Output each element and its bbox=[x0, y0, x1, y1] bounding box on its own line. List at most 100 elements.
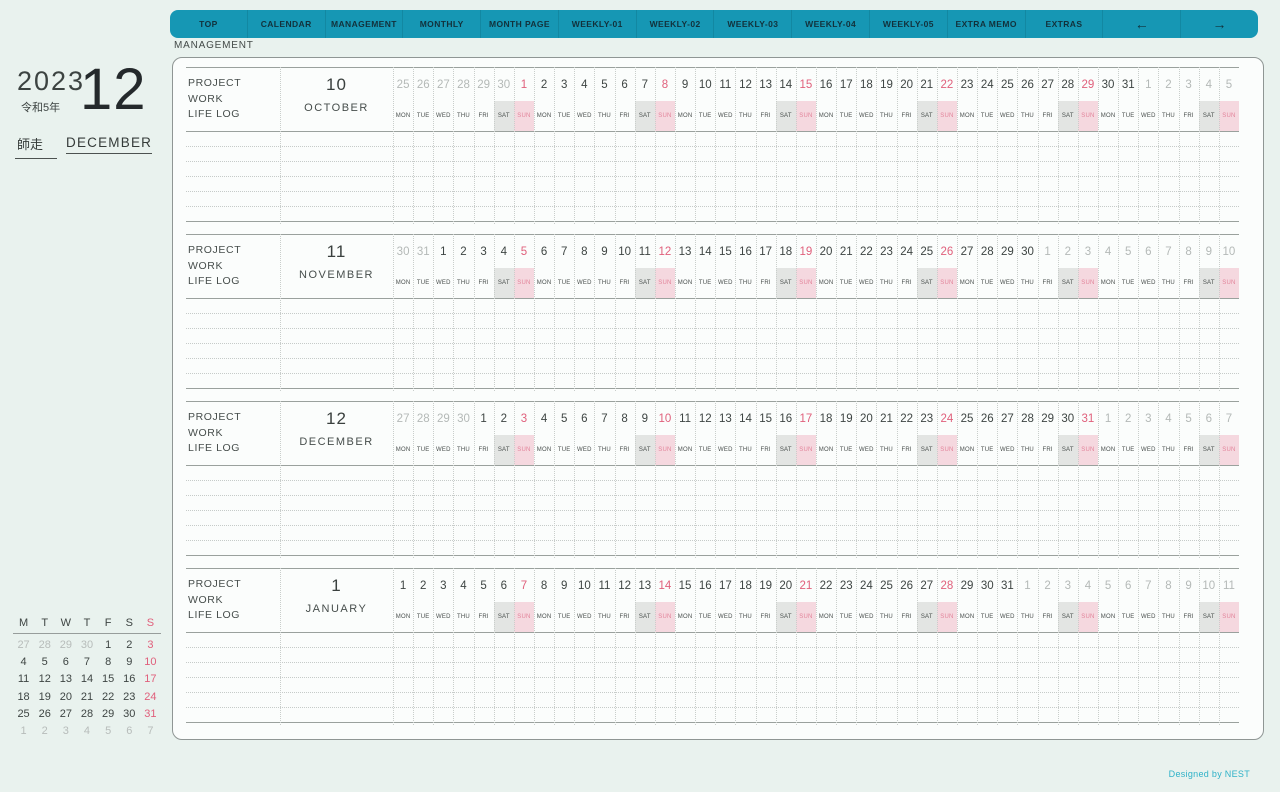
day-cell[interactable]: 2 FRI bbox=[1038, 569, 1058, 632]
mini-cal-day[interactable]: 3 bbox=[55, 722, 76, 739]
mini-cal-day[interactable]: 3 bbox=[140, 636, 161, 653]
section-month-label[interactable]: 10 OCTOBER bbox=[280, 68, 393, 131]
day-cell[interactable]: 19 THU bbox=[876, 68, 896, 131]
day-cell[interactable]: 8 FRI bbox=[615, 402, 635, 465]
day-cell[interactable]: 18 MON bbox=[816, 402, 836, 465]
day-cell[interactable]: 27 MON bbox=[957, 235, 977, 298]
day-cell[interactable]: 18 THU bbox=[735, 569, 755, 632]
day-cell[interactable]: 10 WED bbox=[574, 569, 594, 632]
day-cell[interactable]: 31 SUN bbox=[1077, 402, 1098, 465]
mini-cal-day[interactable]: 6 bbox=[119, 722, 140, 739]
mini-cal-day[interactable]: 28 bbox=[34, 636, 55, 653]
day-cell[interactable]: 6 WED bbox=[574, 402, 594, 465]
day-cell[interactable]: 26 FRI bbox=[897, 569, 917, 632]
day-cell[interactable]: 29 WED bbox=[433, 402, 453, 465]
day-cell[interactable]: 3 WED bbox=[1138, 402, 1158, 465]
mini-cal-day[interactable]: 7 bbox=[140, 722, 161, 739]
nav-arrow-right-icon[interactable]: → bbox=[1180, 10, 1258, 38]
day-cell[interactable]: 5 TUE bbox=[1118, 235, 1138, 298]
day-cell[interactable]: 20 FRI bbox=[897, 68, 917, 131]
mini-cal-day[interactable]: 9 bbox=[119, 653, 140, 670]
mini-cal-day[interactable]: 29 bbox=[98, 705, 119, 722]
day-cell[interactable]: 15 WED bbox=[715, 235, 735, 298]
day-cell[interactable]: 15 SUN bbox=[795, 68, 816, 131]
day-cell[interactable]: 21 SAT bbox=[916, 68, 937, 131]
day-cell[interactable]: 25 MON bbox=[393, 68, 413, 131]
day-cell[interactable]: 8 FRI bbox=[1179, 235, 1199, 298]
day-cell[interactable]: 7 TUE bbox=[554, 235, 574, 298]
nav-tab-management[interactable]: MANAGEMENT bbox=[324, 10, 403, 38]
day-cell[interactable]: 16 TUE bbox=[695, 569, 715, 632]
mini-cal-day[interactable]: 17 bbox=[140, 671, 161, 688]
day-cell[interactable]: 30 SAT bbox=[1057, 402, 1078, 465]
day-cell[interactable]: 28 TUE bbox=[413, 402, 433, 465]
day-cell[interactable]: 1 THU bbox=[1017, 569, 1037, 632]
day-cell[interactable]: 3 SUN bbox=[513, 402, 534, 465]
nav-tab-weekly-05[interactable]: WEEKLY-05 bbox=[869, 10, 947, 38]
day-cell[interactable]: 27 FRI bbox=[1038, 68, 1058, 131]
mini-cal-day[interactable]: 6 bbox=[55, 653, 76, 670]
day-cell[interactable]: 7 SUN bbox=[1218, 402, 1239, 465]
nav-tab-weekly-04[interactable]: WEEKLY-04 bbox=[791, 10, 869, 38]
day-cell[interactable]: 21 SUN bbox=[795, 569, 816, 632]
mini-cal-day[interactable]: 2 bbox=[119, 636, 140, 653]
day-cell[interactable]: 11 WED bbox=[715, 68, 735, 131]
mini-cal-day[interactable]: 7 bbox=[76, 653, 97, 670]
day-cell[interactable]: 17 TUE bbox=[836, 68, 856, 131]
mini-cal-day[interactable]: 14 bbox=[76, 671, 97, 688]
day-cell[interactable]: 13 MON bbox=[675, 235, 695, 298]
day-cell[interactable]: 9 TUE bbox=[554, 569, 574, 632]
day-cell[interactable]: 22 FRI bbox=[897, 402, 917, 465]
day-cell[interactable]: 3 FRI bbox=[474, 235, 494, 298]
day-cell[interactable]: 10 FRI bbox=[615, 235, 635, 298]
day-cell[interactable]: 3 SAT bbox=[1057, 569, 1078, 632]
mini-cal-day[interactable]: 12 bbox=[34, 671, 55, 688]
day-cell[interactable]: 5 FRI bbox=[1179, 402, 1199, 465]
day-cell[interactable]: 22 SUN bbox=[936, 68, 957, 131]
day-cell[interactable]: 30 TUE bbox=[977, 569, 997, 632]
day-cell[interactable]: 3 FRI bbox=[1179, 68, 1199, 131]
day-cell[interactable]: 9 THU bbox=[594, 235, 614, 298]
day-cell[interactable]: 15 FRI bbox=[756, 402, 776, 465]
day-cell[interactable]: 24 WED bbox=[856, 569, 876, 632]
day-cell[interactable]: 16 THU bbox=[735, 235, 755, 298]
day-cell[interactable]: 22 WED bbox=[856, 235, 876, 298]
day-cell[interactable]: 24 TUE bbox=[977, 68, 997, 131]
mini-cal-day[interactable]: 24 bbox=[140, 688, 161, 705]
mini-cal-day[interactable]: 1 bbox=[98, 636, 119, 653]
mini-cal-day[interactable]: 28 bbox=[76, 705, 97, 722]
day-cell[interactable]: 30 THU bbox=[453, 402, 473, 465]
day-cell[interactable]: 4 SAT bbox=[1198, 68, 1219, 131]
day-cell[interactable]: 7 SUN bbox=[513, 569, 534, 632]
day-cell[interactable]: 19 SUN bbox=[795, 235, 816, 298]
day-cell[interactable]: 5 SUN bbox=[1218, 68, 1239, 131]
day-cell[interactable]: 31 WED bbox=[997, 569, 1017, 632]
day-cell[interactable]: 1 FRI bbox=[1038, 235, 1058, 298]
mini-cal-day[interactable]: 26 bbox=[34, 705, 55, 722]
nav-tab-monthly[interactable]: MONTHLY bbox=[402, 10, 480, 38]
day-cell[interactable]: 2 TUE bbox=[1118, 402, 1138, 465]
mini-cal-day[interactable]: 10 bbox=[140, 653, 161, 670]
day-cell[interactable]: 30 MON bbox=[393, 235, 413, 298]
mini-cal-day[interactable]: 4 bbox=[76, 722, 97, 739]
day-cell[interactable]: 8 WED bbox=[574, 235, 594, 298]
day-cell[interactable]: 25 THU bbox=[876, 569, 896, 632]
day-cell[interactable]: 6 MON bbox=[534, 235, 554, 298]
section-month-label[interactable]: 1 JANUARY bbox=[280, 569, 393, 632]
day-cell[interactable]: 11 SUN bbox=[1218, 569, 1239, 632]
day-cell[interactable]: 12 TUE bbox=[695, 402, 715, 465]
day-cell[interactable]: 12 SUN bbox=[654, 235, 675, 298]
day-cell[interactable]: 15 MON bbox=[675, 569, 695, 632]
nav-tab-extra-memo[interactable]: EXTRA MEMO bbox=[946, 10, 1025, 38]
day-cell[interactable]: 2 THU bbox=[1158, 68, 1178, 131]
day-cell[interactable]: 7 SAT bbox=[634, 68, 655, 131]
section-month-label[interactable]: 11 NOVEMBER bbox=[280, 235, 393, 298]
day-cell[interactable]: 9 MON bbox=[675, 68, 695, 131]
day-cell[interactable]: 17 SUN bbox=[795, 402, 816, 465]
day-cell[interactable]: 21 TUE bbox=[836, 235, 856, 298]
mini-cal-day[interactable]: 19 bbox=[34, 688, 55, 705]
nav-tab-calendar[interactable]: CALENDAR bbox=[246, 10, 325, 38]
day-cell[interactable]: 18 WED bbox=[856, 68, 876, 131]
day-cell[interactable]: 28 TUE bbox=[977, 235, 997, 298]
mini-cal-day[interactable]: 1 bbox=[13, 722, 34, 739]
